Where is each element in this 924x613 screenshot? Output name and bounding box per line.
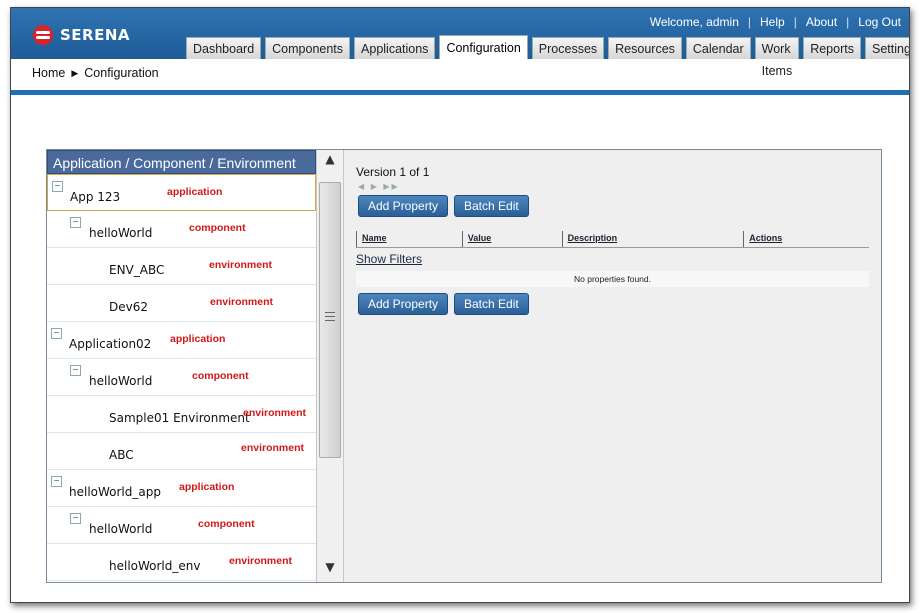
add-property-button-bottom[interactable]: Add Property bbox=[358, 293, 449, 315]
properties-table-header: Name Value Description Actions bbox=[356, 231, 869, 248]
serena-logo-icon bbox=[33, 25, 53, 45]
tree-node-label: App 123 bbox=[70, 190, 121, 204]
tab-settings[interactable]: Settings bbox=[864, 37, 909, 59]
tree-node-label: Sample01 Environment bbox=[109, 411, 250, 425]
collapse-icon[interactable]: − bbox=[70, 217, 81, 228]
properties-panel: Version 1 of 1 ◀ ▶ ▶▶ Add Property Batch… bbox=[344, 150, 881, 582]
tab-resources[interactable]: Resources bbox=[608, 37, 682, 59]
collapse-icon[interactable]: − bbox=[70, 513, 81, 524]
tree-node-type: environment bbox=[241, 442, 305, 454]
brand-name: SERENA bbox=[60, 26, 131, 44]
tree-node-type: environment bbox=[209, 259, 273, 271]
breadcrumb-current: Configuration bbox=[84, 66, 159, 80]
tab-reports[interactable]: Reports bbox=[803, 37, 861, 59]
tree-header: Application / Component / Environment bbox=[47, 150, 316, 174]
scroll-thumb[interactable] bbox=[319, 182, 341, 458]
column-actions: Actions bbox=[743, 231, 869, 247]
tree-node-type: environment bbox=[229, 555, 293, 567]
collapse-icon[interactable]: − bbox=[51, 328, 62, 339]
breadcrumb-chevron-icon: ▶ bbox=[71, 67, 79, 78]
configuration-panel: Application / Component / Environment − … bbox=[46, 149, 882, 583]
tree-scrollbar[interactable]: ▲ ▼ bbox=[316, 150, 344, 582]
tree-node-component[interactable]: − helloWorld component bbox=[47, 359, 316, 396]
tree-node-component[interactable]: − helloWorld component bbox=[47, 507, 316, 544]
tree-node-type: component bbox=[192, 370, 249, 382]
tree-node-label: ENV_ABC bbox=[109, 263, 165, 277]
empty-message: No properties found. bbox=[356, 271, 869, 287]
help-link[interactable]: Help bbox=[760, 15, 785, 29]
main-tabs: Dashboard Components Applications Config… bbox=[186, 35, 909, 78]
tree-node-label: helloWorld bbox=[89, 522, 153, 536]
tab-configuration[interactable]: Configuration bbox=[439, 35, 528, 59]
tree-node-type: application bbox=[170, 333, 226, 345]
breadcrumb-home[interactable]: Home bbox=[32, 66, 65, 80]
batch-edit-button-bottom[interactable]: Batch Edit bbox=[454, 293, 529, 315]
tree-node-component[interactable]: − helloWorld component bbox=[47, 211, 316, 248]
serena-logo: SERENA bbox=[33, 25, 130, 45]
tree-node-type: component bbox=[189, 222, 246, 234]
tree-node-label: Application02 bbox=[69, 337, 152, 351]
tab-dashboard[interactable]: Dashboard bbox=[186, 37, 262, 59]
version-label: Version 1 of 1 bbox=[356, 165, 430, 179]
scroll-up-arrow-icon[interactable]: ▲ bbox=[317, 152, 343, 170]
tree-node-type: component bbox=[198, 518, 255, 530]
tree-node-label: helloWorld bbox=[89, 226, 153, 240]
configuration-tree: − App 123 application − helloWorld compo… bbox=[47, 174, 316, 582]
collapse-icon[interactable]: − bbox=[52, 181, 63, 192]
tree-node-label: helloWorld_env bbox=[109, 559, 201, 573]
scroll-down-arrow-icon[interactable]: ▼ bbox=[317, 560, 343, 578]
logout-link[interactable]: Log Out bbox=[858, 15, 901, 29]
app-window: SERENA Welcome, admin | Help | About | L… bbox=[10, 7, 910, 603]
tree-node-environment[interactable]: helloWorld_env environment bbox=[47, 544, 316, 581]
column-value[interactable]: Value bbox=[461, 231, 562, 247]
header-divider bbox=[11, 90, 909, 95]
tree-node-label: helloWorld_app bbox=[69, 485, 161, 499]
top-header: SERENA Welcome, admin | Help | About | L… bbox=[11, 8, 909, 78]
tree-node-label: Dev62 bbox=[109, 300, 148, 314]
collapse-icon[interactable]: − bbox=[51, 476, 62, 487]
tree-node-application[interactable]: − Application02 application bbox=[47, 322, 316, 359]
breadcrumb: Home ▶ Configuration bbox=[32, 66, 159, 80]
tree-node-type: environment bbox=[243, 407, 307, 419]
tree-node-environment[interactable]: Dev62 environment bbox=[47, 285, 316, 322]
welcome-text: Welcome, admin bbox=[649, 15, 739, 29]
top-links: Welcome, admin | Help | About | Log Out bbox=[649, 15, 901, 29]
collapse-icon[interactable]: − bbox=[70, 365, 81, 376]
add-property-button[interactable]: Add Property bbox=[358, 195, 449, 217]
tree-node-application[interactable]: − helloWorld_app application bbox=[47, 470, 316, 507]
tree-node-environment[interactable]: ENV_ABC environment bbox=[47, 248, 316, 285]
tree-node-label: helloWorld bbox=[89, 374, 153, 388]
tab-components[interactable]: Components bbox=[265, 37, 351, 59]
tab-work-items[interactable]: Work Items bbox=[754, 37, 800, 78]
column-description[interactable]: Description bbox=[561, 231, 744, 247]
version-pager-icon[interactable]: ◀ ▶ ▶▶ bbox=[358, 182, 400, 191]
tree-node-type: application bbox=[167, 186, 223, 198]
tree-node-environment[interactable]: ABC environment bbox=[47, 433, 316, 470]
show-filters-link[interactable]: Show Filters bbox=[356, 252, 422, 266]
tree-node-application[interactable]: − App 123 application bbox=[47, 174, 316, 211]
tree-node-environment[interactable]: Sample01 Environment environment bbox=[47, 396, 316, 433]
tree-node-type: application bbox=[179, 481, 235, 493]
tab-calendar[interactable]: Calendar bbox=[685, 37, 751, 59]
tree-node-label: ABC bbox=[109, 448, 134, 462]
column-name[interactable]: Name bbox=[356, 231, 462, 247]
batch-edit-button[interactable]: Batch Edit bbox=[454, 195, 529, 217]
tree-node-type: environment bbox=[210, 296, 274, 308]
about-link[interactable]: About bbox=[806, 15, 837, 29]
tab-processes[interactable]: Processes bbox=[531, 37, 605, 59]
tab-applications[interactable]: Applications bbox=[354, 37, 436, 59]
